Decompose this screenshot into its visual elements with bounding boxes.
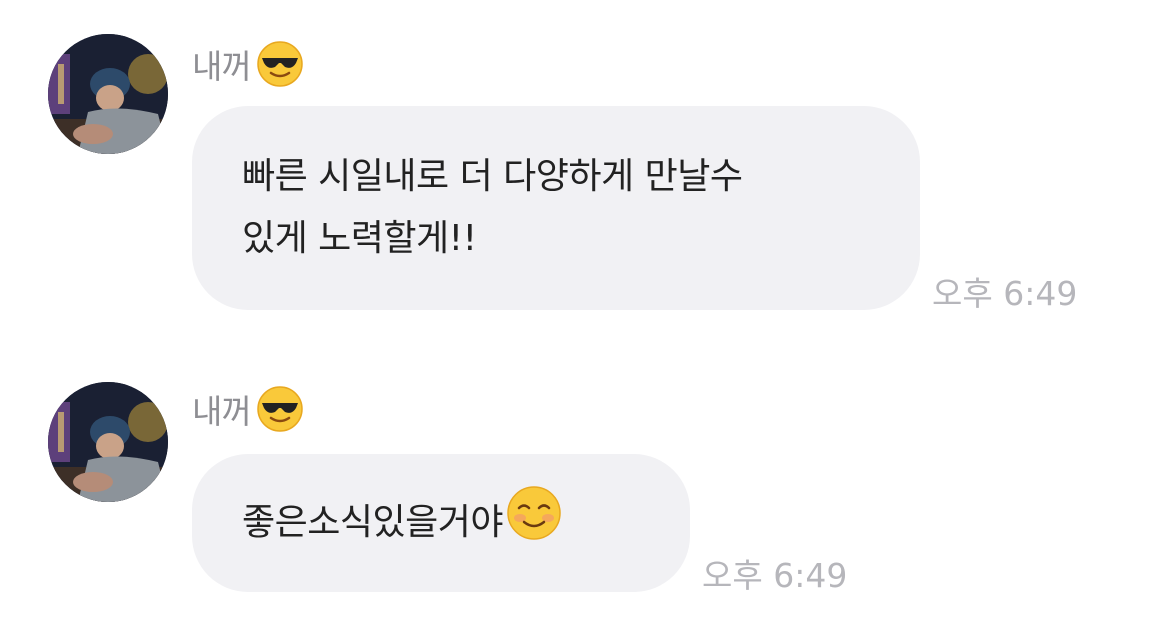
sender-name: 내꺼 <box>192 40 303 88</box>
avatar[interactable] <box>48 382 168 502</box>
message-text-line-2: 있게 노력할게!! <box>242 218 477 259</box>
message-timestamp: 오후 6:49 <box>932 274 1078 313</box>
message-timestamp: 오후 6:49 <box>702 556 848 595</box>
sender-name-text: 내꺼 <box>192 47 252 86</box>
avatar[interactable] <box>48 34 168 154</box>
smiling-face-icon <box>507 486 561 560</box>
message-text: 좋은소식있을거야 <box>242 502 503 543</box>
message-text-line-1: 빠른 시일내로 더 다양하게 만날수 <box>242 156 743 197</box>
smiling-face-with-sunglasses-icon <box>256 386 303 432</box>
message-bubble[interactable]: 빠른 시일내로 더 다양하게 만날수 있게 노력할게!! <box>192 106 920 310</box>
avatar-photo-icon <box>48 34 168 154</box>
sender-name: 내꺼 <box>192 385 303 433</box>
smiling-face-with-sunglasses-icon <box>256 41 303 87</box>
avatar-photo-icon <box>48 382 168 502</box>
message-bubble[interactable]: 좋은소식있을거야 <box>192 454 690 592</box>
sender-name-text: 내꺼 <box>192 392 252 431</box>
